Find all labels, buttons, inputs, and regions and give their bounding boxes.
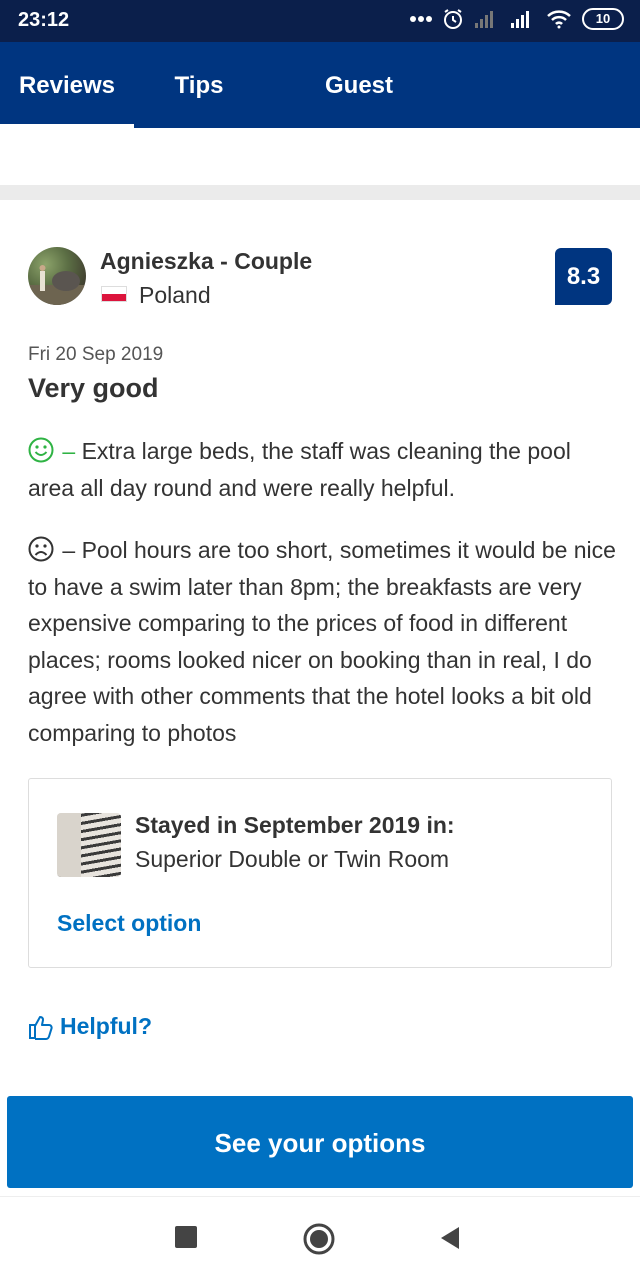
review-negative: – Pool hours are too short, sometimes it…: [28, 532, 618, 751]
status-bar: 23:12 10: [0, 0, 640, 42]
thumbs-up-icon: [29, 1015, 53, 1040]
signal-icon: [511, 11, 529, 28]
stayed-label: Stayed in September 2019 in:: [135, 812, 455, 838]
status-icons: 10: [410, 8, 624, 30]
system-nav-bar: [0, 1196, 640, 1280]
room-card: Stayed in September 2019 in: Superior Do…: [28, 778, 612, 968]
poland-flag-icon: [101, 286, 127, 302]
active-tab-indicator: [0, 124, 134, 128]
recents-icon[interactable]: [175, 1226, 197, 1248]
see-your-options-button[interactable]: See your options: [7, 1096, 633, 1188]
section-divider: [0, 185, 640, 200]
helpful-label: Helpful?: [60, 1013, 152, 1039]
back-icon[interactable]: [439, 1226, 461, 1250]
alarm-icon: [444, 9, 462, 29]
review-score-badge: 8.3: [555, 248, 612, 305]
helpful-button[interactable]: Helpful?: [28, 1013, 152, 1040]
battery-icon: 10: [582, 8, 624, 30]
smiley-face-icon: [28, 437, 54, 463]
positive-text: Extra large beds, the staff was cleaning…: [28, 438, 571, 501]
reviewer-name: Agnieszka - Couple: [100, 248, 313, 274]
review-title: Very good: [28, 373, 159, 403]
review-positive: – Extra large beds, the staff was cleani…: [28, 433, 618, 506]
positive-dash: –: [56, 438, 82, 464]
home-icon[interactable]: [303, 1223, 335, 1255]
sad-face-icon: [28, 536, 54, 562]
negative-dash: –: [56, 537, 82, 563]
tab-tips[interactable]: Tips: [174, 42, 224, 128]
avatar: [28, 247, 86, 305]
reviewer-country: Poland: [139, 282, 211, 308]
wifi-icon: [547, 10, 571, 29]
tab-guest-photos[interactable]: Guest photos: [284, 42, 434, 187]
review-date: Fri 20 Sep 2019: [28, 344, 164, 365]
tab-reviews[interactable]: Reviews: [0, 42, 134, 128]
negative-text: Pool hours are too short, sometimes it w…: [28, 537, 616, 746]
room-thumbnail: [57, 813, 121, 877]
more-dots-icon: [410, 16, 432, 22]
tab-bar: Reviews Tips Guest photos: [0, 42, 640, 187]
avatar-photo: [28, 265, 86, 305]
status-time: 23:12: [18, 9, 70, 31]
room-name: Superior Double or Twin Room: [135, 846, 450, 872]
signal-icon: [475, 11, 493, 28]
select-option-link[interactable]: Select option: [57, 910, 201, 937]
